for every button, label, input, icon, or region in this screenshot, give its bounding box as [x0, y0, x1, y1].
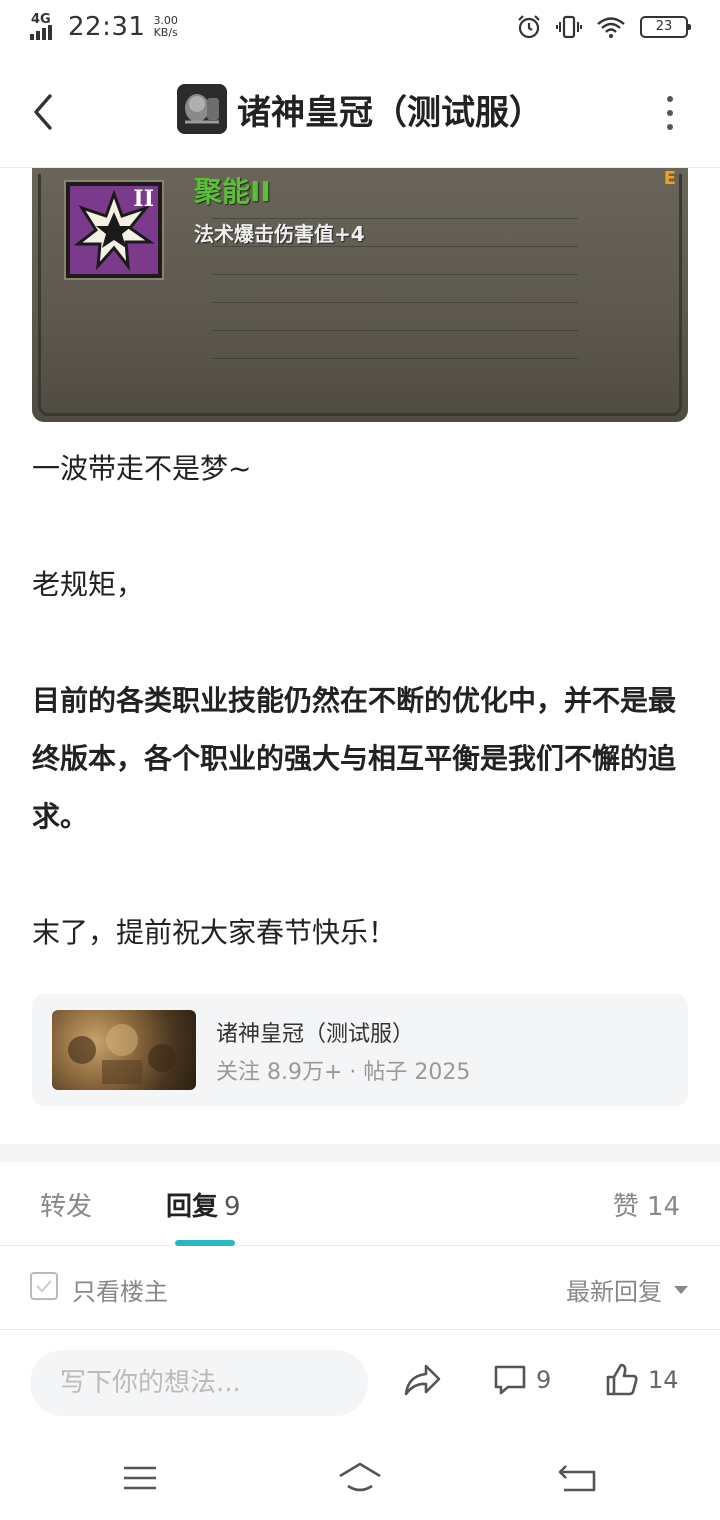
post-body: 一波带走不是梦~ 老规矩， 目前的各类职业技能仍然在不断的优化中，并不是最终版本…: [32, 440, 692, 962]
battery-icon: 23: [640, 16, 691, 38]
speed-unit: KB/s: [153, 26, 178, 39]
post-paragraph: 老规矩，: [32, 568, 145, 601]
forum-card[interactable]: 诸神皇冠（测试服） 关注 8.9万+ · 帖子 2025: [32, 994, 688, 1106]
forum-logo: [177, 84, 227, 134]
section-divider: [0, 1144, 720, 1162]
network-speed: 3.00 KB/s: [153, 15, 178, 39]
caret-down-icon: [674, 1285, 688, 1294]
wifi-icon: [597, 17, 625, 38]
like-button[interactable]: 14: [604, 1362, 679, 1398]
system-nav-bar: [0, 1440, 720, 1520]
tab-like[interactable]: 赞 14: [613, 1186, 680, 1223]
only-host-checkbox[interactable]: [30, 1272, 58, 1300]
more-vertical-icon[interactable]: [660, 96, 680, 130]
share-button[interactable]: [402, 1362, 442, 1398]
tab-reply[interactable]: 回复 9: [166, 1186, 241, 1223]
forum-name: 诸神皇冠（测试服）: [216, 1022, 415, 1047]
interaction-tabs: 转发 回复 9 赞 14: [0, 1162, 720, 1246]
post-paragraph: 目前的各类职业技能仍然在不断的优化中，并不是最终版本，各个职业的强大与相互平衡是…: [32, 684, 677, 833]
page-title-group[interactable]: 诸神皇冠（测试服）: [0, 84, 720, 134]
status-right: 23: [516, 14, 691, 40]
share-icon: [404, 1364, 441, 1396]
comment-button[interactable]: 9: [492, 1362, 551, 1398]
reply-count: 9: [224, 1192, 241, 1222]
comment-input[interactable]: 写下你的想法...: [30, 1350, 368, 1416]
tab-reply-label: 回复: [166, 1192, 219, 1222]
clock: 22:31: [68, 12, 146, 42]
top-app-bar: 诸神皇冠（测试服）: [0, 56, 720, 168]
forum-thumbnail: [52, 1010, 196, 1090]
menu-icon[interactable]: [116, 1458, 164, 1498]
post-paragraph: 末了，提前祝大家春节快乐！: [32, 916, 397, 949]
tab-forward[interactable]: 转发: [40, 1186, 92, 1223]
back-icon[interactable]: [556, 1458, 604, 1498]
like-count-bottom: 14: [648, 1366, 679, 1394]
comment-count: 9: [536, 1366, 552, 1394]
only-host-label[interactable]: 只看楼主: [72, 1272, 168, 1307]
thumbs-up-icon: [606, 1363, 638, 1396]
comment-icon: [494, 1365, 526, 1395]
reply-filter-bar: 只看楼主 最新回复: [0, 1246, 720, 1330]
vibrate-icon: [556, 15, 582, 39]
home-icon[interactable]: [336, 1458, 384, 1498]
post-image[interactable]: II 聚能II 法术爆击伤害值+4 E: [32, 168, 688, 422]
sort-dropdown[interactable]: 最新回复: [566, 1272, 688, 1307]
bottom-action-bar: 写下你的想法... 9 14: [0, 1330, 720, 1440]
status-bar: 4G 22:31 3.00 KB/s 23: [0, 0, 720, 56]
alarm-icon: [518, 15, 540, 39]
signal-icon: 4G: [30, 12, 60, 42]
tab-like-label: 赞: [612, 1192, 639, 1222]
forum-stats: 关注 8.9万+ · 帖子 2025: [216, 1060, 471, 1085]
post-paragraph: 一波带走不是梦~: [32, 452, 252, 485]
status-left: 4G 22:31 3.00 KB/s: [30, 12, 178, 42]
page-title: 诸神皇冠（测试服）: [237, 92, 543, 133]
like-count: 14: [646, 1192, 680, 1222]
sort-label: 最新回复: [566, 1278, 662, 1306]
